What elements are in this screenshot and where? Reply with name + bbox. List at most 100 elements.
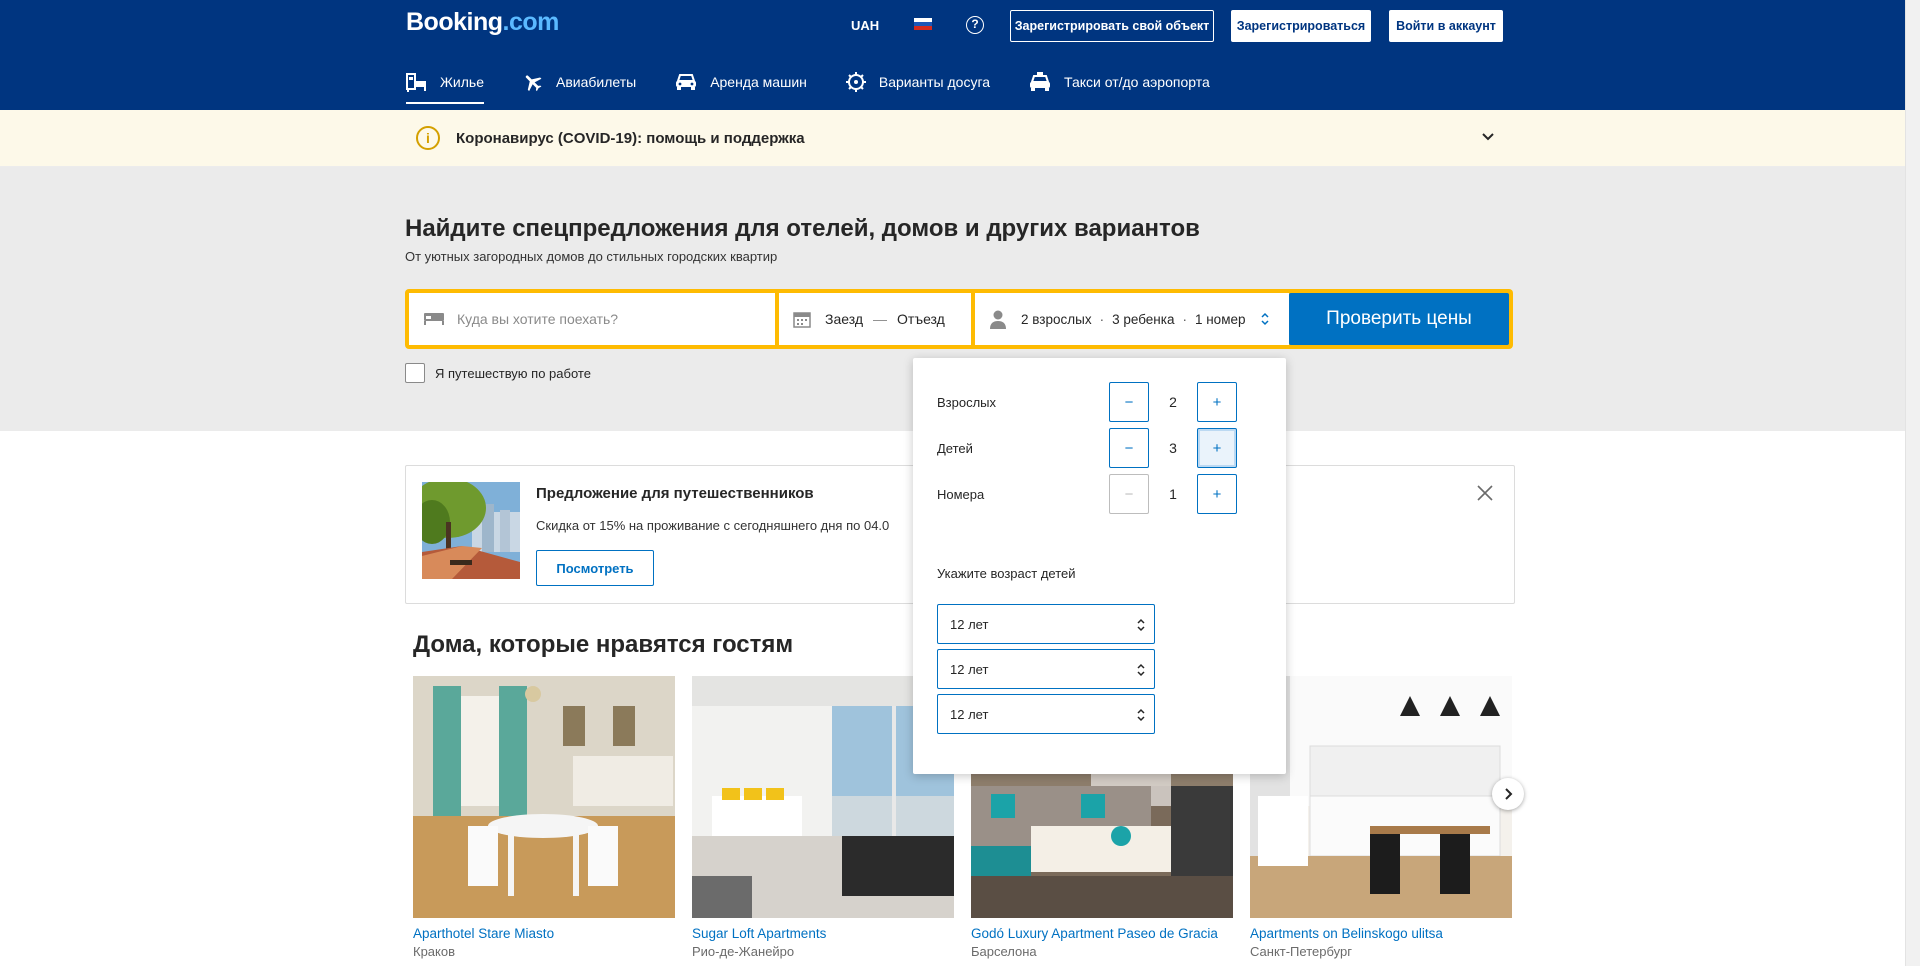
homes-section-title: Дома, которые нравятся гостям [413,631,794,658]
destination-field[interactable]: Куда вы хотите поехать? [409,293,775,345]
register-button[interactable]: Зарегистрироваться [1231,10,1371,42]
bed-icon [424,313,444,325]
children-value: 3 [1169,440,1177,456]
taxi-icon [1030,72,1051,91]
currency-selector[interactable]: UAH [851,18,879,33]
rooms-label: Номера [937,486,985,502]
promo-view-button[interactable]: Посмотреть [536,550,654,586]
work-travel-label: Я путешествую по работе [435,365,591,381]
help-icon[interactable]: ? [966,16,984,34]
chevron-down-icon[interactable] [1480,128,1496,144]
guests-rooms: 1 номер [1194,311,1246,327]
rooms-stepper: − 1 + [1109,474,1237,514]
home-card-city: Санкт-Петербург [1250,944,1352,959]
main-nav: Жилье Авиабилеты Аренда машин Варианты д… [406,62,1248,110]
home-card-image[interactable] [1250,676,1512,918]
date-separator: — [873,311,888,327]
home-card-name[interactable]: Apartments on Belinskogo ulitsa [1250,926,1512,941]
rooms-decrease-button[interactable]: − [1109,474,1149,514]
adults-increase-button[interactable]: + [1197,382,1237,422]
home-card-name[interactable]: Godó Luxury Apartment Paseo de Gracia [971,926,1233,941]
nav-label-car-rental: Аренда машин [710,74,807,90]
child-age-value: 12 лет [950,661,989,677]
home-card-name[interactable]: Aparthotel Stare Miasto [413,926,675,941]
chevron-updown-icon [1137,663,1145,677]
nav-item-stays[interactable]: Жилье [406,62,484,104]
close-icon[interactable] [1476,484,1494,502]
covid-banner[interactable]: i Коронавирус (COVID-19): помощь и подде… [0,110,1905,167]
promo-title: Предложение для путешественников [536,485,814,502]
info-icon: i [416,126,440,150]
covid-banner-text: Коронавирус (COVID-19): помощь и поддерж… [456,130,805,147]
promo-image [422,482,520,579]
checkin-label: Заезд [825,311,864,327]
page: Booking.com UAH ? Зарегистрировать свой … [0,0,1905,966]
header: Booking.com UAH ? Зарегистрировать свой … [0,0,1905,110]
search-submit-button[interactable]: Проверить цены [1289,293,1509,345]
home-card-city: Барселона [971,944,1037,959]
children-stepper: − 3 + [1109,428,1237,468]
home-card-image[interactable] [413,676,675,918]
child-age-select[interactable]: 12 лет [937,604,1155,644]
home-card[interactable]: Apartments on Belinskogo ulitsa Санкт-Пе… [1250,676,1512,959]
nav-item-attractions[interactable]: Варианты досуга [845,62,990,102]
home-card-city: Краков [413,944,456,959]
nav-item-car-rental[interactable]: Аренда машин [674,62,807,102]
nav-label-attractions: Варианты досуга [878,74,991,90]
work-travel-checkbox[interactable] [405,363,425,383]
nav-label-stays: Жилье [440,74,484,90]
person-icon [990,310,1006,329]
attractions-icon [845,72,866,92]
carousel-next-button[interactable] [1492,778,1524,810]
child-age-value: 12 лет [950,706,989,722]
child-age-value: 12 лет [950,616,989,632]
adults-decrease-button[interactable]: − [1109,382,1149,422]
checkout-label: Отъезд [897,311,945,327]
chevron-updown-icon [1137,618,1145,632]
chevron-updown-icon [1260,312,1269,326]
login-button[interactable]: Войти в аккаунт [1389,10,1503,42]
guests-field[interactable]: 2 взрослых · 3 ребенка · 1 номер [975,293,1289,345]
calendar-icon [793,312,811,328]
adults-stepper: − 2 + [1109,382,1237,422]
adults-row: Взрослых − 2 + [937,382,1262,422]
home-card-city: Рио-де-Жанейро [692,944,795,959]
rooms-increase-button[interactable]: + [1197,474,1237,514]
logo-suffix: .com [502,8,560,36]
dates-field[interactable]: Заезд — Отъезд [779,293,971,345]
rooms-value: 1 [1169,486,1177,502]
rooms-row: Номера − 1 + [937,474,1262,514]
flag-ru-icon[interactable] [914,18,932,30]
guests-dot-2: · [1182,311,1187,327]
promo-text: Скидка от 15% на проживание с сегодняшне… [536,518,890,533]
car-icon [676,74,697,90]
hero-title: Найдите спецпредложения для отелей, домо… [405,215,1200,242]
child-ages-label: Укажите возраст детей [937,566,1076,581]
adults-value: 2 [1169,394,1177,410]
children-row: Детей − 3 + [937,428,1262,468]
nav-item-flights[interactable]: Авиабилеты [522,62,636,102]
booking-logo[interactable]: Booking.com [406,8,559,37]
work-travel-row[interactable]: Я путешествую по работе [405,363,591,383]
child-age-select[interactable]: 12 лет [937,649,1155,689]
hero-subtitle: От уютных загородных домов до стильных г… [405,249,778,264]
destination-placeholder: Куда вы хотите поехать? [457,311,619,327]
children-decrease-button[interactable]: − [1109,428,1149,468]
page-scrollbar[interactable] [1905,0,1920,966]
search-bar: Куда вы хотите поехать? Заезд — Отъезд 2… [405,289,1513,349]
chevron-right-icon [1505,788,1513,800]
adults-label: Взрослых [937,394,997,410]
child-age-select[interactable]: 12 лет [937,694,1155,734]
children-label: Детей [937,440,973,456]
guests-children: 3 ребенка [1112,311,1175,327]
nav-item-airport-taxi[interactable]: Такси от/до аэропорта [1028,62,1210,102]
chevron-updown-icon [1137,708,1145,722]
children-increase-button[interactable]: + [1197,428,1237,468]
guests-dot-1: · [1099,311,1105,327]
home-card-name[interactable]: Sugar Loft Apartments [692,926,954,941]
nav-label-airport-taxi: Такси от/до аэропорта [1064,74,1210,90]
nav-label-flights: Авиабилеты [556,74,637,90]
home-card[interactable]: Aparthotel Stare Miasto Краков [413,676,675,959]
guests-dropdown: Взрослых − 2 + Детей − 3 + Номера − 1 + … [913,358,1286,774]
list-property-button[interactable]: Зарегистрировать свой объект [1010,10,1214,42]
